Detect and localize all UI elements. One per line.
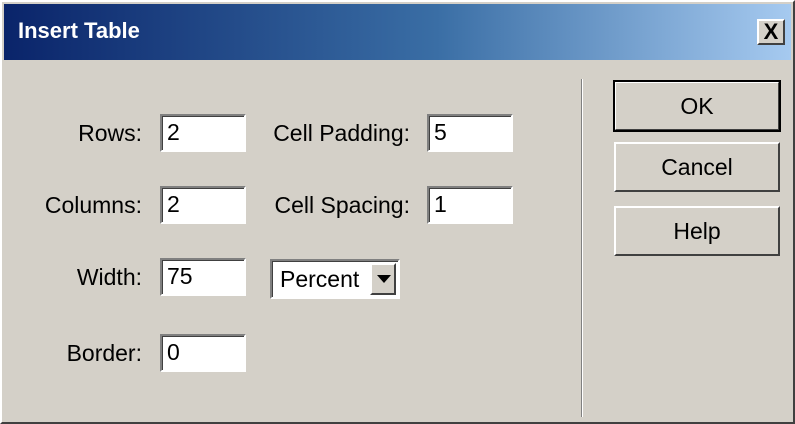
help-button[interactable]: Help [614,206,780,256]
width-unit-select[interactable]: Percent [270,259,400,299]
title-bar[interactable]: Insert Table X [4,4,791,60]
columns-input[interactable]: 2 [160,186,246,224]
width-unit-value: Percent [280,266,360,292]
width-label: Width: [76,264,142,290]
cell-padding-label: Cell Padding: [273,120,410,146]
close-button[interactable]: X [757,19,785,45]
rows-input[interactable]: 2 [160,114,246,152]
cell-spacing-label: Cell Spacing: [274,192,410,218]
vertical-divider [581,79,583,417]
ok-button[interactable]: OK [613,80,781,132]
cell-padding-input[interactable]: 5 [427,114,513,152]
insert-table-dialog: Insert Table X Rows: 2 Columns: 2 Width:… [0,0,795,424]
cell-spacing-input[interactable]: 1 [427,186,513,224]
rows-label: Rows: [78,120,142,146]
columns-label: Columns: [44,192,142,218]
width-input[interactable]: 75 [160,258,246,296]
dialog-title: Insert Table [18,18,140,43]
close-icon: X [763,19,779,44]
border-label: Border: [66,340,142,366]
cancel-button[interactable]: Cancel [614,142,780,192]
border-input[interactable]: 0 [160,334,246,372]
chevron-down-icon[interactable] [370,263,396,295]
